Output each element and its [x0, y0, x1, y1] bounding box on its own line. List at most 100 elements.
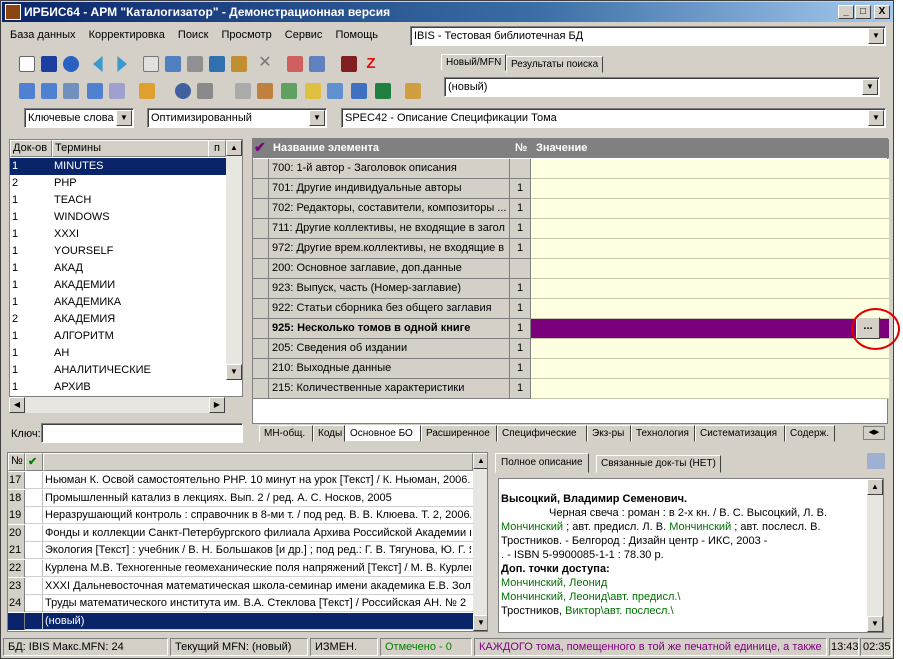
record-combo[interactable]: (новый) ▼ — [444, 77, 880, 97]
field-row[interactable]: 200: Основное заглавие, доп.данные — [253, 259, 889, 279]
help-icon[interactable] — [405, 83, 421, 99]
tab-linked-docs[interactable]: Связанные док-ты (НЕТ) — [596, 455, 721, 473]
field-row[interactable]: 925: Несколько томов в одной книге 1 — [253, 319, 889, 339]
term-row[interactable]: 2 PHP — [10, 175, 226, 192]
speech-icon[interactable] — [19, 83, 35, 99]
result-mark[interactable] — [25, 542, 43, 560]
tab-new-mfn[interactable]: Новый/MFN — [441, 54, 507, 71]
chevron-down-icon[interactable]: ▼ — [862, 79, 878, 95]
result-row[interactable]: 17 Ньюман К. Освой самостоятельно PHP. 10… — [8, 472, 473, 489]
field-row[interactable]: 702: Редакторы, составители, композиторы… — [253, 199, 889, 219]
scroll-right-icon[interactable]: ▶ — [209, 397, 225, 413]
terms-list[interactable]: Док-ов Термины п 1 MINUTES 2 PHP 1 TEACH 1 WIND… — [9, 139, 243, 397]
field-row[interactable]: 972: Другие врем.коллективы, не входящие… — [253, 239, 889, 259]
scroll-up-icon[interactable]: ▲ — [226, 140, 242, 156]
field-value[interactable] — [531, 259, 889, 279]
field-value[interactable] — [531, 359, 889, 379]
field-value[interactable] — [531, 159, 889, 179]
description-scrollbar[interactable]: ▲ ▼ — [867, 479, 883, 632]
result-row[interactable]: (новый) — [8, 612, 473, 630]
search-method-combo[interactable]: Оптимизированный ▼ — [147, 108, 327, 128]
field-tab[interactable]: Систематизация — [695, 425, 785, 442]
scroll-up-icon[interactable]: ▲ — [867, 479, 883, 495]
edit-icon[interactable] — [231, 56, 247, 72]
tools-icon[interactable] — [139, 83, 155, 99]
import-icon[interactable] — [287, 56, 303, 72]
field-value[interactable] — [531, 199, 889, 219]
result-row[interactable]: 20 Фонды и коллекции Санкт-Петербургского… — [8, 524, 473, 542]
term-row[interactable]: 1 XXXI — [10, 226, 226, 243]
term-row[interactable]: 1 АНАЛИТИЧЕСКИЕ — [10, 362, 226, 379]
menu-service[interactable]: Сервис — [280, 27, 328, 43]
pin-icon[interactable]: п — [208, 140, 226, 157]
scroll-left-icon[interactable]: ◀ — [9, 397, 25, 413]
search-mode-combo[interactable]: Ключевые слова ▼ — [24, 108, 134, 128]
tab-search-results[interactable]: Результаты поиска — [506, 56, 604, 73]
scroll-down-icon[interactable]: ▼ — [473, 615, 487, 631]
field-value[interactable] — [531, 319, 889, 339]
field-row[interactable]: 923: Выпуск, часть (Номер-заглавие) 1 — [253, 279, 889, 299]
tree-icon[interactable] — [209, 56, 225, 72]
menu-database[interactable]: База данных — [5, 27, 81, 43]
term-row[interactable]: 1 WINDOWS — [10, 209, 226, 226]
key-input[interactable] — [41, 423, 243, 443]
chart-icon[interactable] — [351, 83, 367, 99]
field-tab[interactable]: МН-общ. — [259, 425, 313, 442]
scroll-down-icon[interactable]: ▼ — [867, 616, 883, 632]
result-mark[interactable] — [25, 472, 43, 489]
close-button[interactable]: X — [874, 5, 890, 19]
tab-scroll-icon[interactable]: ◀▶ — [863, 426, 885, 440]
barcode-icon[interactable] — [341, 56, 357, 72]
field-row[interactable]: 210: Выходные данные 1 — [253, 359, 889, 379]
mail-icon[interactable] — [63, 83, 79, 99]
field-row[interactable]: 711: Другие коллективы, не входящие в за… — [253, 219, 889, 239]
minimize-button[interactable]: _ — [838, 5, 854, 19]
field-row[interactable]: 215: Количественные характеристики 1 — [253, 379, 889, 399]
z3950-icon[interactable]: Z — [363, 56, 379, 72]
terms-scrollbar[interactable]: ▲ ▼ — [226, 140, 242, 380]
term-row[interactable]: 1 АН — [10, 345, 226, 362]
terms-count-header[interactable]: Док-ов — [10, 140, 52, 157]
export-icon[interactable] — [309, 56, 325, 72]
check-icon[interactable]: ✔ — [25, 453, 43, 471]
field-row[interactable]: 701: Другие индивидуальные авторы 1 — [253, 179, 889, 199]
result-mark[interactable] — [25, 612, 43, 630]
note-icon[interactable] — [109, 83, 125, 99]
result-row[interactable]: 22 Курлена М.В. Техногенные геомеханическ… — [8, 560, 473, 577]
field-tab[interactable]: Технология — [631, 425, 695, 442]
result-mark[interactable] — [25, 489, 43, 507]
desc-access-2[interactable]: Мончинский, Леонид\авт. предисл.\ — [501, 591, 681, 603]
field-value[interactable] — [531, 219, 889, 239]
term-row[interactable]: 1 TEACH — [10, 192, 226, 209]
result-mark[interactable] — [25, 595, 43, 613]
chevron-down-icon[interactable]: ▼ — [868, 28, 884, 44]
term-row[interactable]: 2 АКАДЕМИЯ — [10, 311, 226, 328]
new-record-icon[interactable] — [19, 56, 35, 72]
chevron-down-icon[interactable]: ▼ — [868, 110, 884, 126]
undo-icon[interactable] — [63, 56, 79, 72]
chevron-down-icon[interactable]: ▼ — [116, 110, 132, 126]
print-cards-icon[interactable] — [257, 83, 273, 99]
field-tab[interactable]: Расширенное — [421, 425, 497, 442]
field-row[interactable]: 700: 1-й автор - Заголовок описания — [253, 159, 889, 179]
terms-term-header[interactable]: Термины — [52, 140, 226, 157]
field-tab[interactable]: Экз-ры — [587, 425, 631, 442]
report-icon[interactable] — [281, 83, 297, 99]
field-value[interactable] — [531, 239, 889, 259]
field-tab[interactable]: Специфические — [497, 425, 587, 442]
field-value[interactable] — [531, 179, 889, 199]
title-bar[interactable]: ИРБИС64 - АРМ "Каталогизатор" - Демонстр… — [2, 2, 893, 22]
chat-icon[interactable] — [87, 83, 103, 99]
term-row[interactable]: 1 АКАД — [10, 260, 226, 277]
term-row[interactable]: 1 MINUTES — [10, 158, 226, 175]
result-mark[interactable] — [25, 577, 43, 595]
term-row[interactable]: 1 АКАДЕМИКА — [10, 294, 226, 311]
print-icon[interactable] — [235, 83, 251, 99]
menu-help[interactable]: Помощь — [331, 27, 384, 43]
field-tab[interactable]: Содерж. — [785, 425, 835, 442]
table-icon[interactable] — [165, 56, 181, 72]
desc-access-1[interactable]: Мончинский, Леонид — [501, 577, 607, 589]
field-value[interactable] — [531, 279, 889, 299]
menu-edit[interactable]: Корректировка — [84, 27, 170, 43]
field-tab[interactable]: Основное БО — [345, 425, 421, 442]
